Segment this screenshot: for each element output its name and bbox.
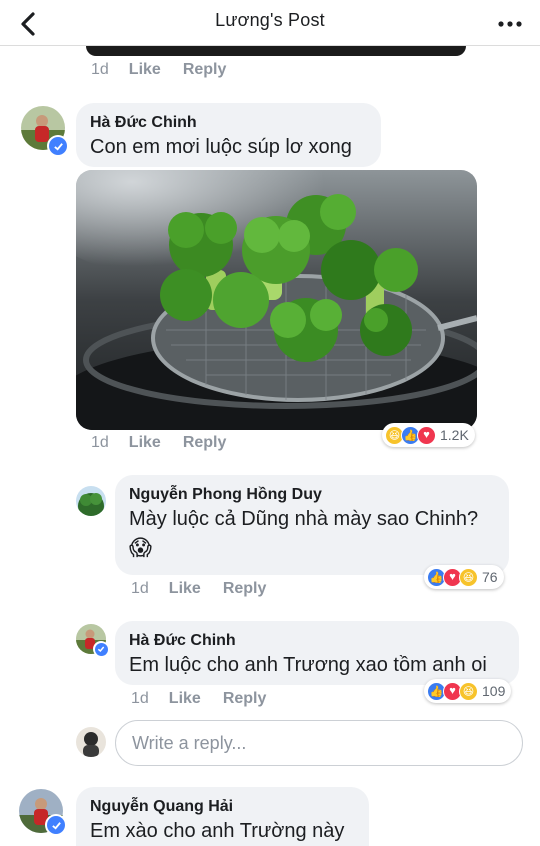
reply-button[interactable]: Reply (183, 434, 227, 452)
reaction-summary[interactable]: 👍 ♥ 😆 109 (424, 679, 512, 703)
comment-text: Em xào cho anh Trường này (90, 820, 345, 842)
reply-bubble: Nguyễn Phong Hồng Duy Mày luộc cả Dũng n… (115, 475, 509, 575)
like-button[interactable]: Like (129, 434, 161, 452)
post-header: Lương's Post (0, 0, 540, 46)
screaming-emoji: 😱 (129, 535, 152, 560)
reply-text: Em luộc cho anh Trương xao tồm anh oi (129, 654, 487, 676)
page-title: Lương's Post (215, 10, 325, 30)
reply-author[interactable]: Nguyễn Phong Hồng Duy (129, 485, 495, 505)
reply-text: Mày luộc cả Dũng nhà mày sao Chinh? (129, 508, 479, 530)
reply-time: 1d (131, 690, 149, 707)
haha-reaction-icon: 😆 (459, 681, 478, 701)
current-user-avatar (76, 727, 106, 757)
comment-bubble: Nguyễn Quang Hải Em xào cho anh Trường n… (76, 787, 369, 846)
reaction-summary[interactable]: 👍 ♥ 😆 76 (424, 565, 504, 589)
comment-actions: 1d Like Reply (91, 434, 248, 452)
like-button[interactable]: Like (129, 61, 161, 79)
comment-author[interactable]: Nguyễn Quang Hải (90, 797, 355, 817)
comment-time: 1d (91, 61, 109, 78)
haha-reaction-icon: 😆 (459, 567, 478, 587)
avatar[interactable] (76, 486, 106, 516)
reaction-count: 76 (482, 569, 498, 585)
like-button[interactable]: Like (169, 690, 201, 708)
verified-badge-icon (47, 135, 69, 157)
love-reaction-icon: ♥ (417, 425, 436, 445)
comment-photo[interactable] (76, 170, 477, 430)
reply-input[interactable]: Write a reply... (115, 720, 523, 766)
reply-actions: 1d Like Reply (131, 690, 288, 708)
comment-actions: 1d Like Reply (91, 61, 248, 79)
reply-author[interactable]: Hà Đức Chinh (129, 631, 505, 651)
reply-button[interactable]: Reply (183, 61, 227, 79)
reply-actions: 1d Like Reply (131, 580, 288, 598)
reply-button[interactable]: Reply (223, 580, 267, 598)
verified-badge-icon (93, 641, 109, 657)
reply-button[interactable]: Reply (223, 690, 267, 708)
more-options-icon[interactable] (496, 14, 524, 34)
comment-bubble: Hà Đức Chinh Con em mơi luộc súp lơ xong (76, 103, 381, 167)
comment-author[interactable]: Hà Đức Chinh (90, 113, 367, 133)
reaction-summary[interactable]: 😆 👍 ♥ 1.2K (382, 423, 475, 447)
reaction-count: 1.2K (440, 427, 469, 443)
reply-bubble: Hà Đức Chinh Em luộc cho anh Trương xao … (115, 621, 519, 685)
comment-time: 1d (91, 434, 109, 451)
reaction-count: 109 (482, 683, 506, 699)
verified-badge-icon (45, 814, 67, 836)
like-button[interactable]: Like (169, 580, 201, 598)
reply-time: 1d (131, 580, 149, 597)
previous-comment-media (86, 46, 466, 56)
comment-text: Con em mơi luộc súp lơ xong (90, 136, 352, 158)
